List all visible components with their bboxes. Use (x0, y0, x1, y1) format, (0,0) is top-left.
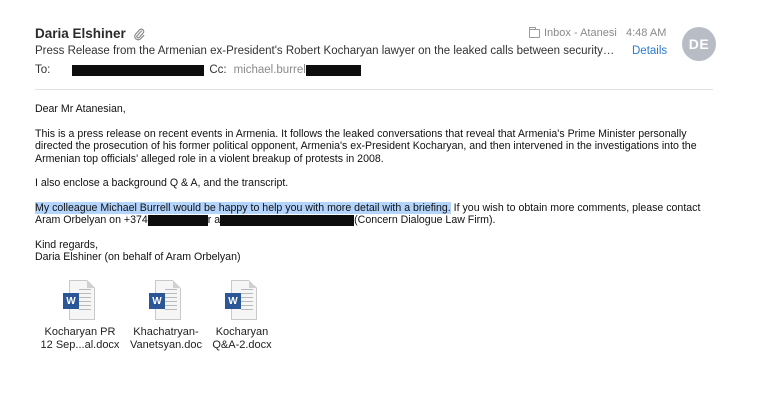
folder-icon (529, 26, 540, 38)
to-label: To: (35, 64, 51, 76)
contact-or-text: r a (207, 214, 221, 226)
signoff: Kind regards, (35, 238, 99, 251)
recipients-line: To: Cc: michael.burrel (35, 64, 361, 76)
details-link[interactable]: Details (632, 45, 667, 57)
message-body: Dear Mr Atanesian, This is a press relea… (35, 103, 715, 264)
header-divider (35, 89, 713, 90)
word-document-icon: W (63, 280, 97, 322)
folder-label: Inbox - Atanesi (544, 27, 617, 39)
message-header: Daria Elshiner Inbox - Atanesi 4:48 AM D… (0, 0, 758, 90)
redacted-to-address (72, 64, 205, 76)
greeting: Dear Mr Atanesian, (35, 103, 126, 115)
redacted-email (220, 214, 355, 226)
word-document-icon: W (149, 280, 183, 322)
cc-label: Cc: (209, 64, 227, 76)
highlighted-text: My colleague Michael Burrell would be ha… (35, 201, 451, 214)
attachment-filename: Kocharyan PR 12 Sep...al.docx (40, 326, 120, 351)
attachments-list: W Kocharyan PR 12 Sep...al.docx W Khachat… (35, 280, 735, 360)
received-time: 4:48 AM (626, 27, 667, 39)
paragraph-enclosure: I also enclose a background Q & A, and t… (35, 177, 289, 189)
redacted-cc-address (305, 64, 361, 76)
cc-address[interactable]: michael.burrel (234, 64, 306, 76)
sender-avatar[interactable]: DE (682, 27, 716, 61)
paragraph-intro: This is a press release on recent events… (35, 127, 697, 165)
word-document-icon: W (225, 280, 259, 322)
attachment-item[interactable]: W Kocharyan Q&A-2.docx (197, 280, 287, 352)
contact-text: If you wish to obtain more comments, ple… (450, 201, 701, 214)
attachment-item[interactable]: W Kocharyan PR 12 Sep...al.docx (35, 280, 125, 352)
paragraph-contact: My colleague Michael Burrell would be ha… (35, 201, 715, 227)
redacted-phone (147, 214, 208, 226)
contact-firm: (Concern Dialogue Law Firm). (354, 214, 496, 226)
attachment-filename: Kocharyan Q&A-2.docx (212, 326, 272, 351)
mailbox-folder[interactable]: Inbox - Atanesi (529, 26, 617, 39)
signature: Daria Elshiner (on behalf of Aram Orbely… (35, 251, 241, 263)
paperclip-icon (134, 28, 145, 41)
contact-phone-prefix: Aram Orbelyan on +374 (35, 214, 148, 226)
sender-name[interactable]: Daria Elshiner (35, 26, 126, 41)
email-subject: Press Release from the Armenian ex-Presi… (35, 45, 615, 57)
signoff-block: Kind regards, Daria Elshiner (on behalf … (35, 239, 715, 264)
